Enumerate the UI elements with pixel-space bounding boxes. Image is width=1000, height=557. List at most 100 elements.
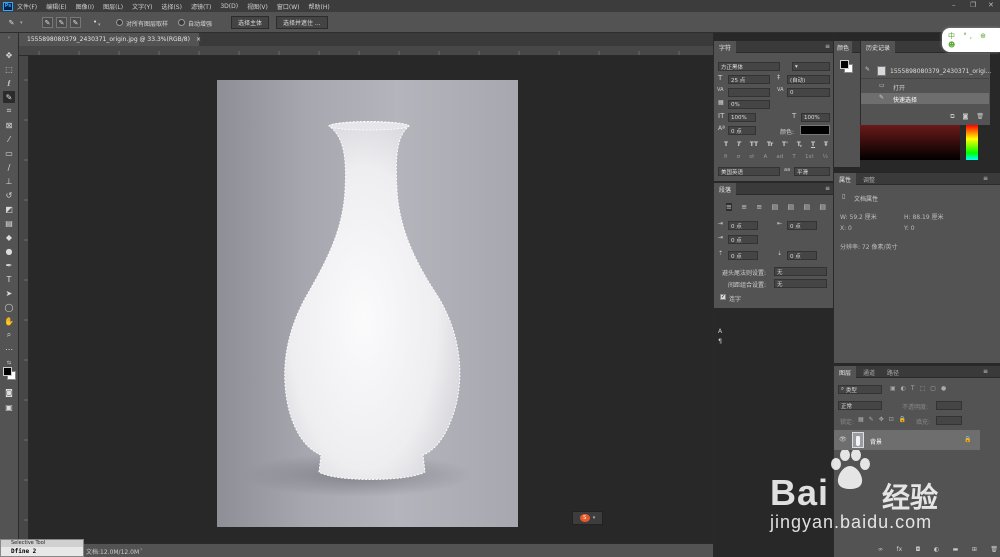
kerning-field[interactable] [728,88,770,97]
ornaments-button[interactable]: T [792,154,795,160]
layers-panel-menu-icon[interactable]: ≡ [983,368,988,375]
indent-right-field[interactable]: 0 点 [787,221,817,230]
pen-tool-icon[interactable]: ✒ [3,259,15,271]
filter-toggle-icon[interactable]: ● [941,385,946,392]
ime-toolbar[interactable]: 中 °, ⊕ ☻ [942,28,1000,52]
move-tool-icon[interactable]: ✥ [3,49,15,61]
lock-artboard-icon[interactable]: ⊡ [889,416,894,423]
new-group-icon[interactable]: ▬ [953,546,959,553]
tsume-field[interactable]: 0% [728,100,770,109]
menu-edit[interactable]: 编辑(E) [46,2,66,11]
menu-help[interactable]: 帮助(H) [309,2,330,11]
menu-3d[interactable]: 3D(D) [220,3,238,10]
space-before-field[interactable]: 0 点 [728,251,758,260]
filter-smart-object-icon[interactable]: ▢ [930,385,936,392]
font-size-field[interactable]: 25 点 [728,75,770,84]
lock-image-icon[interactable]: ✎ [869,416,874,423]
menu-type[interactable]: 文字(Y) [132,2,152,11]
blend-mode-select[interactable]: 正常 [838,401,882,410]
underline-button[interactable]: T [811,141,815,148]
indent-left-field[interactable]: 0 点 [728,221,758,230]
sample-all-layers-checkbox[interactable] [116,19,123,26]
space-after-field[interactable]: 0 点 [787,251,817,260]
crop-tool-icon[interactable]: ⌗ [3,105,15,117]
justify-all-icon[interactable]: ▤ [819,203,826,211]
lock-all-icon[interactable]: 🔒 [899,416,906,423]
close-icon[interactable]: ✕ [988,1,994,9]
menu-file[interactable]: 文件(F) [17,2,37,11]
subscript-button[interactable]: T, [797,141,803,148]
align-right-icon[interactable]: ≡ [756,203,762,211]
align-left-icon[interactable]: ≡ [726,203,732,211]
small-caps-button[interactable]: Tr [767,141,773,148]
quick-mask-icon[interactable]: ◙ [3,386,15,398]
auto-enhance-checkbox[interactable] [178,19,185,26]
antialias-select[interactable]: 平滑 [794,167,830,176]
healing-brush-tool-icon[interactable]: ▭ [3,147,15,159]
tracking-field[interactable]: 0 [787,88,830,97]
select-and-mask-button[interactable]: 选择并遮住 ... [276,16,328,29]
history-brush-tool-icon[interactable]: ↺ [3,189,15,201]
restore-icon[interactable]: ❐ [970,1,976,9]
ligatures-button[interactable]: fi [724,154,727,160]
zoom-tool-icon[interactable]: ⌕ [3,329,15,341]
fill-field[interactable] [936,416,962,425]
gradient-tool-icon[interactable]: ▤ [3,217,15,229]
brush-size-dropdown-icon[interactable]: ▾ [98,22,101,28]
document-tab[interactable]: 1555898080379_2430371_origin.jpg @ 33.3%… [19,33,201,46]
frame-tool-icon[interactable]: ⊠ [3,119,15,131]
hyphenate-checkbox[interactable]: ✓ [720,294,726,300]
history-brush-source-icon[interactable]: ✎ [865,66,870,73]
stylistic-alternates-button[interactable]: st [749,154,754,160]
delete-state-icon[interactable]: 🗑 [976,113,984,121]
new-layer-icon[interactable]: ⊞ [972,546,977,553]
layer-visibility-eye-icon[interactable]: 👁 [839,436,847,443]
paths-tab[interactable]: 路径 [882,366,904,378]
create-snapshot-icon[interactable]: ◙ [963,113,969,121]
paragraph-panel-icon[interactable]: ¶ [718,338,722,345]
floating-widget[interactable]: S ▾ [572,511,603,525]
foreground-color-swatch[interactable] [3,367,12,376]
layer-style-icon[interactable]: fx [897,546,903,553]
horizontal-scale-field[interactable]: 100% [801,113,830,122]
leading-field[interactable]: (自动) [787,75,830,84]
color-tab[interactable]: 颜色 [834,41,853,53]
menu-window[interactable]: 窗口(W) [277,2,300,11]
filter-adjustment-icon[interactable]: ◐ [901,385,906,392]
dodge-tool-icon[interactable]: ● [3,245,15,257]
fractions-button[interactable]: ½ [823,154,828,160]
more-tools-icon[interactable]: ⋯ [3,343,15,355]
properties-panel-menu-icon[interactable]: ≡ [983,175,988,182]
layer-row-background[interactable]: 👁 背景 🔒 [834,430,980,450]
history-tab[interactable]: 历史记录 [861,41,896,53]
delete-layer-icon[interactable]: 🗑 [990,546,998,553]
filter-type-icon[interactable]: T [911,385,915,392]
menu-select[interactable]: 选择(S) [161,2,182,11]
type-tool-icon[interactable]: T [3,273,15,285]
character-panel-menu-icon[interactable]: ≡ [825,43,830,50]
mojikumi-select[interactable]: 无 [774,279,827,288]
select-subject-button[interactable]: 选择主体 [231,16,270,29]
document-image[interactable] [217,80,518,527]
baseline-shift-field[interactable]: 0 点 [728,126,756,135]
history-step-quick-select[interactable]: ✎ 快速选择 [861,93,989,104]
superscript-button[interactable]: T' [782,141,788,148]
old-style-button[interactable]: σ [737,154,741,160]
eraser-tool-icon[interactable]: ◩ [3,203,15,215]
quick-selection-preset-icon[interactable]: ✎ [6,17,17,28]
opacity-field[interactable] [936,401,962,410]
layer-kind-filter[interactable]: ⌕ 类型 [838,385,882,394]
kinsoku-select[interactable]: 无 [774,267,827,276]
paragraph-panel-menu-icon[interactable]: ≡ [825,185,830,192]
strikethrough-button[interactable]: Ŧ [824,141,828,148]
character-tab[interactable]: 字符 [714,41,737,53]
adjustments-tab[interactable]: 调整 [858,173,880,185]
brush-size-icon[interactable]: • [93,18,97,26]
faux-bold-button[interactable]: T [724,141,728,148]
quick-selection-tool-icon[interactable]: ✎ [3,91,15,103]
history-step-open[interactable]: ▭ 打开 [861,81,989,92]
all-caps-button[interactable]: TT [750,141,758,148]
justify-last-center-icon[interactable]: ▤ [788,203,795,211]
close-tab-icon[interactable]: × [196,36,201,43]
properties-tab[interactable]: 属性 [834,173,857,185]
